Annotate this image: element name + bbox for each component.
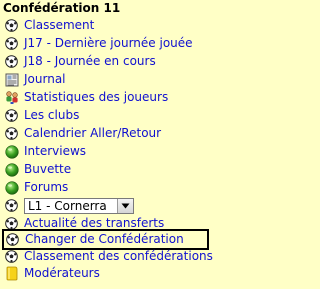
- league-select-row: L1 - Cornerra: [3, 196, 134, 215]
- panel-title: Confédération 11: [3, 1, 121, 15]
- chevron-down-icon[interactable]: [117, 198, 133, 213]
- menu-item-label: Buvette: [24, 162, 72, 176]
- menu-item-label: Modérateurs: [24, 266, 100, 280]
- soccer-ball-icon: [3, 18, 20, 34]
- green-globe-icon: [3, 144, 20, 160]
- menu-item-label: Classement des confédérations: [24, 249, 213, 263]
- players-icon: [3, 90, 20, 106]
- menu-item-les-clubs[interactable]: Les clubs: [3, 107, 79, 124]
- menu-item-moderateurs[interactable]: Modérateurs: [3, 265, 100, 282]
- menu-item-statistiques[interactable]: Statistiques des joueurs: [3, 89, 168, 106]
- menu-item-j18[interactable]: J18 - Journée en cours: [3, 53, 156, 70]
- menu-item-actualite-transferts[interactable]: Actualité des transferts: [3, 215, 164, 232]
- soccer-ball-icon: [3, 54, 20, 70]
- newspaper-icon: [3, 72, 20, 88]
- league-select-value: L1 - Cornerra: [28, 198, 107, 213]
- soccer-ball-icon: [3, 216, 20, 232]
- menu-item-label: Changer de Confédération: [25, 232, 184, 246]
- green-globe-icon: [3, 180, 20, 196]
- soccer-ball-icon: [3, 108, 20, 124]
- soccer-ball-icon: [3, 126, 20, 142]
- menu-item-classement[interactable]: Classement: [3, 17, 94, 34]
- menu-item-classement-confederations[interactable]: Classement des confédérations: [3, 248, 213, 265]
- menu-item-buvette[interactable]: Buvette: [3, 161, 71, 178]
- menu-item-changer-confederation[interactable]: Changer de Confédération: [2, 229, 209, 250]
- menu-item-label: J18 - Journée en cours: [24, 54, 156, 68]
- menu-item-label: Interviews: [24, 144, 87, 158]
- soccer-ball-icon: [4, 232, 21, 248]
- menu-item-calendrier[interactable]: Calendrier Aller/Retour: [3, 125, 161, 142]
- menu-item-label: Calendrier Aller/Retour: [24, 126, 162, 140]
- menu-item-label: Journal: [24, 72, 66, 86]
- menu-item-forums[interactable]: Forums: [3, 179, 68, 196]
- menu-item-label: Classement: [24, 18, 95, 32]
- league-select[interactable]: L1 - Cornerra: [24, 197, 134, 214]
- menu-item-journal[interactable]: Journal: [3, 71, 66, 88]
- soccer-ball-icon: [3, 36, 20, 52]
- confederation-panel: Confédération 11 Classement J17 - Derniè…: [0, 0, 230, 289]
- soccer-ball-icon: [3, 249, 20, 265]
- menu-item-label: J17 - Dernière journée jouée: [24, 36, 193, 50]
- menu-item-label: Actualité des transferts: [24, 216, 165, 230]
- soccer-ball-icon: [3, 198, 20, 214]
- green-globe-icon: [3, 162, 20, 178]
- menu-item-j17[interactable]: J17 - Dernière journée jouée: [3, 35, 193, 52]
- menu-item-label: Les clubs: [24, 108, 80, 122]
- menu-item-interviews[interactable]: Interviews: [3, 143, 86, 160]
- folder-icon: [3, 266, 20, 282]
- menu-item-label: Forums: [24, 180, 69, 194]
- menu-item-label: Statistiques des joueurs: [24, 90, 169, 104]
